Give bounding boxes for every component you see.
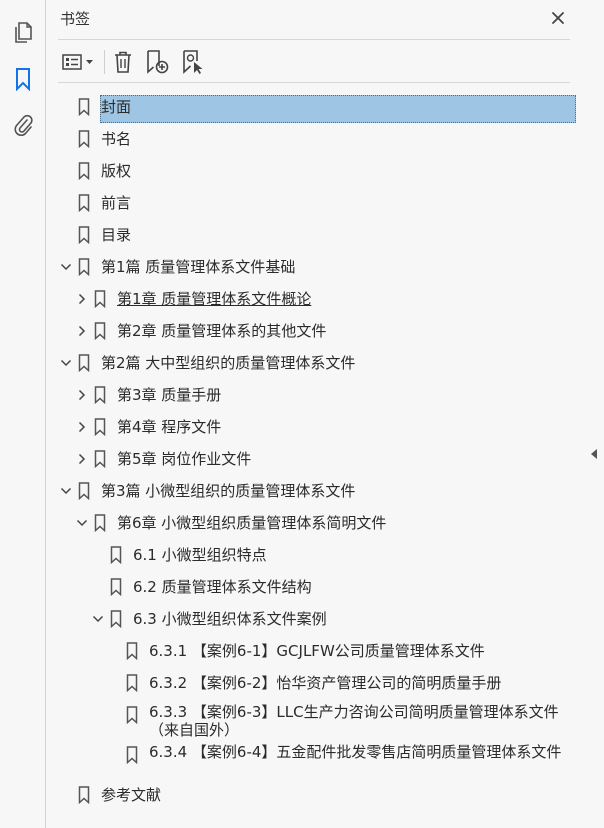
bookmark-icon	[110, 610, 122, 629]
bookmark-icon	[126, 706, 138, 725]
bookmark-row[interactable]: 第1篇 质量管理体系文件基础	[46, 251, 584, 283]
bookmark-row[interactable]: 第4章 程序文件	[46, 411, 584, 443]
bookmark-icon	[126, 674, 138, 693]
bookmark-icon	[94, 450, 106, 469]
toolbar-divider	[58, 82, 570, 83]
chevron-right-icon[interactable]	[75, 420, 89, 434]
chevron-down-icon[interactable]	[59, 260, 73, 274]
bookmark-icon	[94, 418, 106, 437]
bookmark-label: 6.3.1 【案例6-1】GCJLFW公司质量管理体系文件	[149, 642, 485, 660]
pages-icon[interactable]	[9, 18, 37, 46]
chevron-right-icon[interactable]	[75, 292, 89, 306]
bookmark-label: 书名	[101, 130, 132, 148]
panel-title: 书签	[60, 10, 91, 28]
bookmark-row[interactable]: 6.3.1 【案例6-1】GCJLFW公司质量管理体系文件	[46, 635, 584, 667]
bookmark-from-selection-icon[interactable]	[179, 48, 207, 76]
bookmark-label: 6.2 质量管理体系文件结构	[133, 578, 312, 596]
bookmark-row[interactable]: 版权	[46, 155, 584, 187]
panel-header: 书签	[46, 0, 584, 38]
bookmark-icon	[110, 578, 122, 597]
bookmark-icon	[78, 162, 90, 181]
bookmark-label: 目录	[101, 226, 132, 244]
bookmark-label: 第1篇 质量管理体系文件基础	[101, 258, 296, 276]
bookmark-row[interactable]: 6.3.2 【案例6-2】怡华资产管理公司的简明质量手册	[46, 667, 584, 699]
bookmark-row[interactable]: 参考文献	[46, 779, 584, 811]
navigation-rail	[0, 0, 46, 828]
delete-icon[interactable]	[110, 48, 136, 76]
bookmark-icon	[94, 322, 106, 341]
chevron-down-icon[interactable]	[59, 484, 73, 498]
options-list-icon[interactable]	[60, 48, 98, 76]
new-bookmark-icon[interactable]	[143, 48, 171, 76]
chevron-down-icon[interactable]	[75, 516, 89, 530]
bookmark-row[interactable]: 6.2 质量管理体系文件结构	[46, 571, 584, 603]
bookmark-icon	[78, 482, 90, 501]
bookmark-row[interactable]: 第3章 质量手册	[46, 379, 584, 411]
bookmark-icon	[78, 226, 90, 245]
bookmark-label: 第5章 岗位作业文件	[117, 450, 252, 468]
bookmark-label: 6.3.2 【案例6-2】怡华资产管理公司的简明质量手册	[149, 674, 502, 692]
bookmark-label: 第2章 质量管理体系的其他文件	[117, 322, 327, 340]
bookmark-toolbar	[46, 44, 584, 80]
bookmark-label: 封面	[101, 98, 132, 116]
bookmark-row[interactable]: 6.1 小微型组织特点	[46, 539, 584, 571]
bookmark-label: 6.1 小微型组织特点	[133, 546, 267, 564]
bookmark-label: 6.3.4 【案例6-4】五金配件批发零售店简明质量管理体系文件	[149, 743, 562, 761]
bookmark-icon	[78, 130, 90, 149]
bookmark-label: 第3章 质量手册	[117, 386, 222, 404]
bookmark-label: 版权	[101, 162, 132, 180]
bookmark-row[interactable]: 6.3.4 【案例6-4】五金配件批发零售店简明质量管理体系文件	[46, 739, 584, 779]
bookmark-icon	[110, 546, 122, 565]
bookmark-row[interactable]: 第5章 岗位作业文件	[46, 443, 584, 475]
close-icon[interactable]	[548, 8, 568, 28]
header-divider	[58, 39, 570, 40]
bookmark-icon	[78, 258, 90, 277]
bookmark-row[interactable]: 第6章 小微型组织质量管理体系简明文件	[46, 507, 584, 539]
bookmark-label: 参考文献	[101, 786, 162, 804]
bookmark-label: 第2篇 大中型组织的质量管理体系文件	[101, 354, 356, 372]
bookmark-icon	[78, 98, 90, 117]
chevron-right-icon[interactable]	[75, 388, 89, 402]
collapse-panel-icon[interactable]	[588, 446, 600, 462]
bookmark-icon	[94, 386, 106, 405]
bookmark-row[interactable]: 第3篇 小微型组织的质量管理体系文件	[46, 475, 584, 507]
bookmark-row[interactable]: 前言	[46, 187, 584, 219]
chevron-down-icon[interactable]	[91, 612, 105, 626]
bookmark-icon	[126, 746, 138, 765]
bookmark-icon	[78, 194, 90, 213]
chevron-right-icon[interactable]	[75, 324, 89, 338]
bookmark-row[interactable]: 第1章 质量管理体系文件概论	[46, 283, 584, 315]
bookmarks-panel: 书签 封面 书名 版权 前言 目录 第1篇 质量管理体系文件基础 第1章 质量管…	[46, 0, 597, 828]
bookmarks-icon[interactable]	[9, 65, 37, 93]
bookmark-icon	[94, 290, 106, 309]
chevron-down-icon[interactable]	[59, 356, 73, 370]
bookmark-label: 6.3 小微型组织体系文件案例	[133, 610, 327, 628]
bookmark-row[interactable]: 目录	[46, 219, 584, 251]
toolbar-separator	[104, 50, 105, 74]
bookmark-row[interactable]: 6.3 小微型组织体系文件案例	[46, 603, 584, 635]
bookmark-row[interactable]: 书名	[46, 123, 584, 155]
bookmark-row[interactable]: 封面	[46, 91, 584, 123]
bookmark-icon	[126, 642, 138, 661]
bookmark-label: 第6章 小微型组织质量管理体系简明文件	[117, 514, 387, 532]
bookmark-icon	[78, 786, 90, 805]
bookmark-label: 第1章 质量管理体系文件概论	[117, 290, 312, 308]
bookmark-label: 前言	[101, 194, 132, 212]
bookmark-label: 第4章 程序文件	[117, 418, 222, 436]
bookmark-row[interactable]: 6.3.3 【案例6-3】LLC生产力咨询公司简明质量管理体系文件（来自国外）	[46, 699, 584, 739]
bookmark-row[interactable]: 第2篇 大中型组织的质量管理体系文件	[46, 347, 584, 379]
bookmark-row[interactable]: 第2章 质量管理体系的其他文件	[46, 315, 584, 347]
chevron-right-icon[interactable]	[75, 452, 89, 466]
bookmark-label: 第3篇 小微型组织的质量管理体系文件	[101, 482, 356, 500]
selection-highlight	[100, 95, 576, 123]
bookmark-label: 6.3.3 【案例6-3】LLC生产力咨询公司简明质量管理体系文件（来自国外）	[149, 703, 559, 739]
attachments-icon[interactable]	[9, 111, 37, 139]
bookmark-icon	[94, 514, 106, 533]
bookmark-icon	[78, 354, 90, 373]
